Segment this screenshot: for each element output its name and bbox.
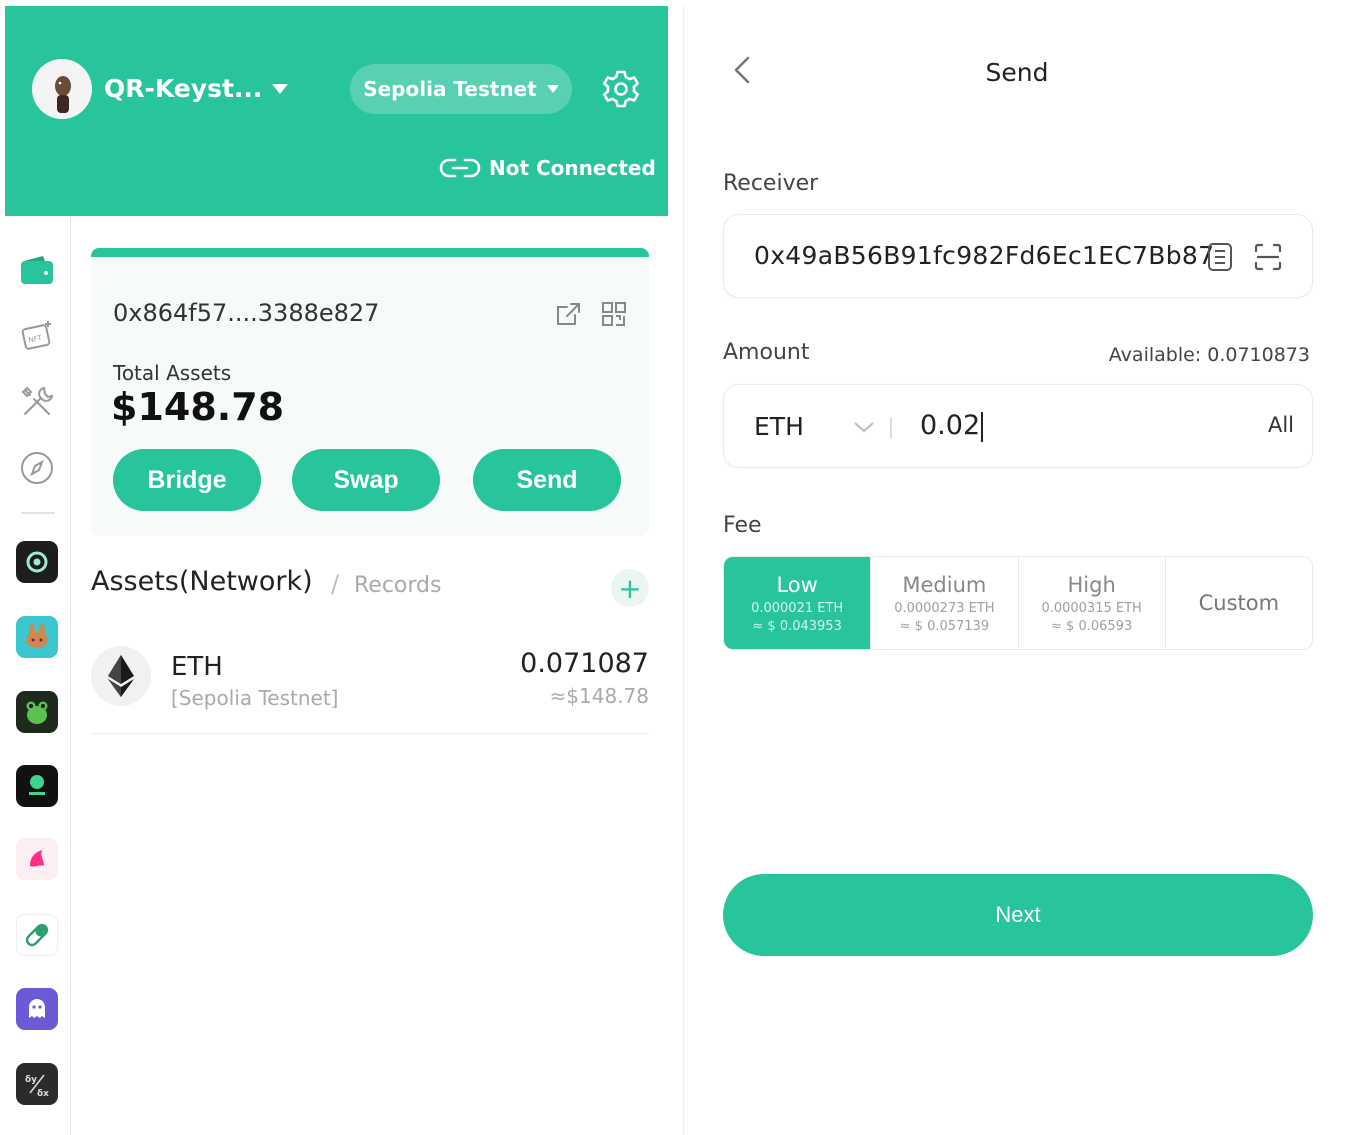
amount-input[interactable]: 0.02: [920, 410, 984, 442]
network-name: Sepolia Testnet: [363, 77, 537, 101]
total-assets-value: $148.78: [111, 385, 285, 429]
caret-down-icon: [272, 83, 289, 94]
account-selector[interactable]: QR-Keyst...: [104, 74, 289, 103]
svg-text:δx: δx: [37, 1089, 49, 1099]
pill-icon: [25, 923, 49, 947]
token-select[interactable]: ETH: [754, 412, 804, 441]
derivative-icon: δyδx: [25, 1074, 49, 1099]
receiver-label: Receiver: [723, 171, 819, 196]
wallet-header: QR-Keyst... Sepolia Testnet Not Connecte…: [5, 6, 668, 216]
fee-selector: Low 0.000021 ETH ≈ $ 0.043953 Medium 0.0…: [723, 556, 1313, 650]
ethereum-icon: [108, 655, 134, 697]
fee-option-name: High: [1067, 572, 1116, 597]
app-1-tile[interactable]: [16, 541, 58, 583]
app-4-icon: [29, 775, 45, 795]
fee-option-eth: 0.0000315 ETH: [1041, 600, 1142, 616]
fee-option-custom[interactable]: Custom: [1166, 557, 1312, 649]
app-2-icon: [26, 624, 48, 648]
app-6-tile[interactable]: [16, 914, 58, 956]
sidebar-divider: [21, 512, 55, 514]
ghost-icon: [29, 999, 45, 1018]
asset-amount: 0.071087: [520, 648, 649, 679]
tab-assets[interactable]: Assets(Network): [91, 566, 313, 597]
wallet-panel: QR-Keyst... Sepolia Testnet Not Connecte…: [5, 6, 668, 1135]
amount-label: Amount: [723, 340, 810, 365]
svg-text:NFT: NFT: [28, 334, 43, 345]
available-balance: Available: 0.0710873: [1108, 344, 1310, 366]
app-5-icon: [30, 850, 44, 867]
bridge-button[interactable]: Bridge: [113, 449, 261, 511]
account-address[interactable]: 0x864f57....3388e827: [113, 299, 379, 327]
avatar-icon: [32, 59, 92, 119]
asset-symbol: ETH: [171, 652, 223, 682]
connection-label: Not Connected: [489, 156, 656, 180]
sidebar-item-discover[interactable]: [15, 446, 59, 490]
tab-separator: /: [331, 570, 340, 598]
svg-text:δy: δy: [25, 1075, 37, 1085]
gear-icon[interactable]: [599, 67, 643, 111]
fee-custom-label: Custom: [1198, 591, 1280, 615]
app-8-tile[interactable]: δy δx: [16, 1063, 58, 1105]
asset-logo: [91, 646, 151, 706]
fee-option-eth: 0.000021 ETH: [751, 600, 844, 616]
fee-option-usd: ≈ $ 0.057139: [899, 618, 990, 634]
receiver-input[interactable]: 0x49aB56B91fc982Fd6Ec1EC7Bb87: [754, 241, 1214, 270]
all-button[interactable]: All: [1268, 413, 1294, 437]
fee-option-name: Low: [776, 572, 818, 597]
send-panel: Send Receiver 0x49aB56B91fc982Fd6Ec1EC7B…: [683, 6, 1349, 1135]
fee-option-eth: 0.0000273 ETH: [894, 600, 995, 616]
send-button[interactable]: Send: [473, 449, 621, 511]
tools-icon: [21, 386, 54, 415]
sidebar-item-tools[interactable]: [15, 380, 59, 424]
app-4-tile[interactable]: [16, 765, 58, 807]
scan-icon[interactable]: [1252, 241, 1284, 273]
app-3-icon: [26, 701, 48, 724]
compass-icon: [21, 452, 53, 484]
app-5-tile[interactable]: [16, 838, 58, 880]
asset-network: [Sepolia Testnet]: [171, 686, 339, 710]
app-2-tile[interactable]: [16, 616, 58, 658]
fee-option-usd: ≈ $ 0.06593: [1051, 618, 1133, 634]
fee-option-medium[interactable]: Medium 0.0000273 ETH ≈ $ 0.057139: [871, 557, 1019, 649]
avatar[interactable]: [32, 59, 92, 119]
page-title: Send: [985, 58, 1049, 87]
text-cursor: [981, 411, 984, 442]
amount-value: 0.02: [920, 410, 981, 441]
swap-button[interactable]: Swap: [292, 449, 440, 511]
fee-option-high[interactable]: High 0.0000315 ETH ≈ $ 0.06593: [1019, 557, 1166, 649]
asset-row[interactable]: ETH [Sepolia Testnet] 0.071087 ≈$148.78: [91, 634, 649, 734]
nft-icon: NFT: [21, 321, 51, 350]
account-name: QR-Keyst...: [104, 74, 263, 103]
link-icon: [439, 158, 481, 178]
receiver-field[interactable]: 0x49aB56B91fc982Fd6Ec1EC7Bb87: [723, 214, 1313, 298]
total-assets-label: Total Assets: [113, 361, 232, 385]
field-divider: [890, 417, 892, 439]
next-button[interactable]: Next: [723, 874, 1313, 956]
tab-records[interactable]: Records: [354, 573, 441, 598]
fee-label: Fee: [723, 513, 762, 538]
app-3-tile[interactable]: [16, 691, 58, 733]
account-card: 0x864f57....3388e827 Total Assets $148.7…: [91, 248, 649, 536]
fee-option-name: Medium: [902, 572, 987, 597]
sidebar: NFT δy δx: [5, 216, 71, 1135]
caret-down-icon: [546, 85, 559, 93]
connection-status[interactable]: Not Connected: [439, 156, 656, 180]
fee-option-low[interactable]: Low 0.000021 ETH ≈ $ 0.043953: [724, 557, 872, 649]
asset-fiat-value: ≈$148.78: [549, 684, 649, 708]
sidebar-item-nft[interactable]: NFT: [15, 314, 59, 358]
network-selector[interactable]: Sepolia Testnet: [350, 64, 572, 114]
address-book-icon[interactable]: [1204, 241, 1236, 273]
fee-option-usd: ≈ $ 0.043953: [752, 618, 842, 634]
amount-field: ETH 0.02 All: [723, 384, 1313, 468]
external-link-icon[interactable]: [553, 299, 583, 329]
wallet-icon: [21, 256, 53, 284]
app-7-tile[interactable]: [16, 988, 58, 1030]
qr-code-icon[interactable]: [599, 299, 629, 329]
add-asset-button[interactable]: +: [611, 569, 649, 607]
sidebar-item-wallet[interactable]: [15, 248, 59, 292]
app-1-icon: [26, 551, 48, 573]
chevron-down-icon[interactable]: [852, 419, 876, 435]
